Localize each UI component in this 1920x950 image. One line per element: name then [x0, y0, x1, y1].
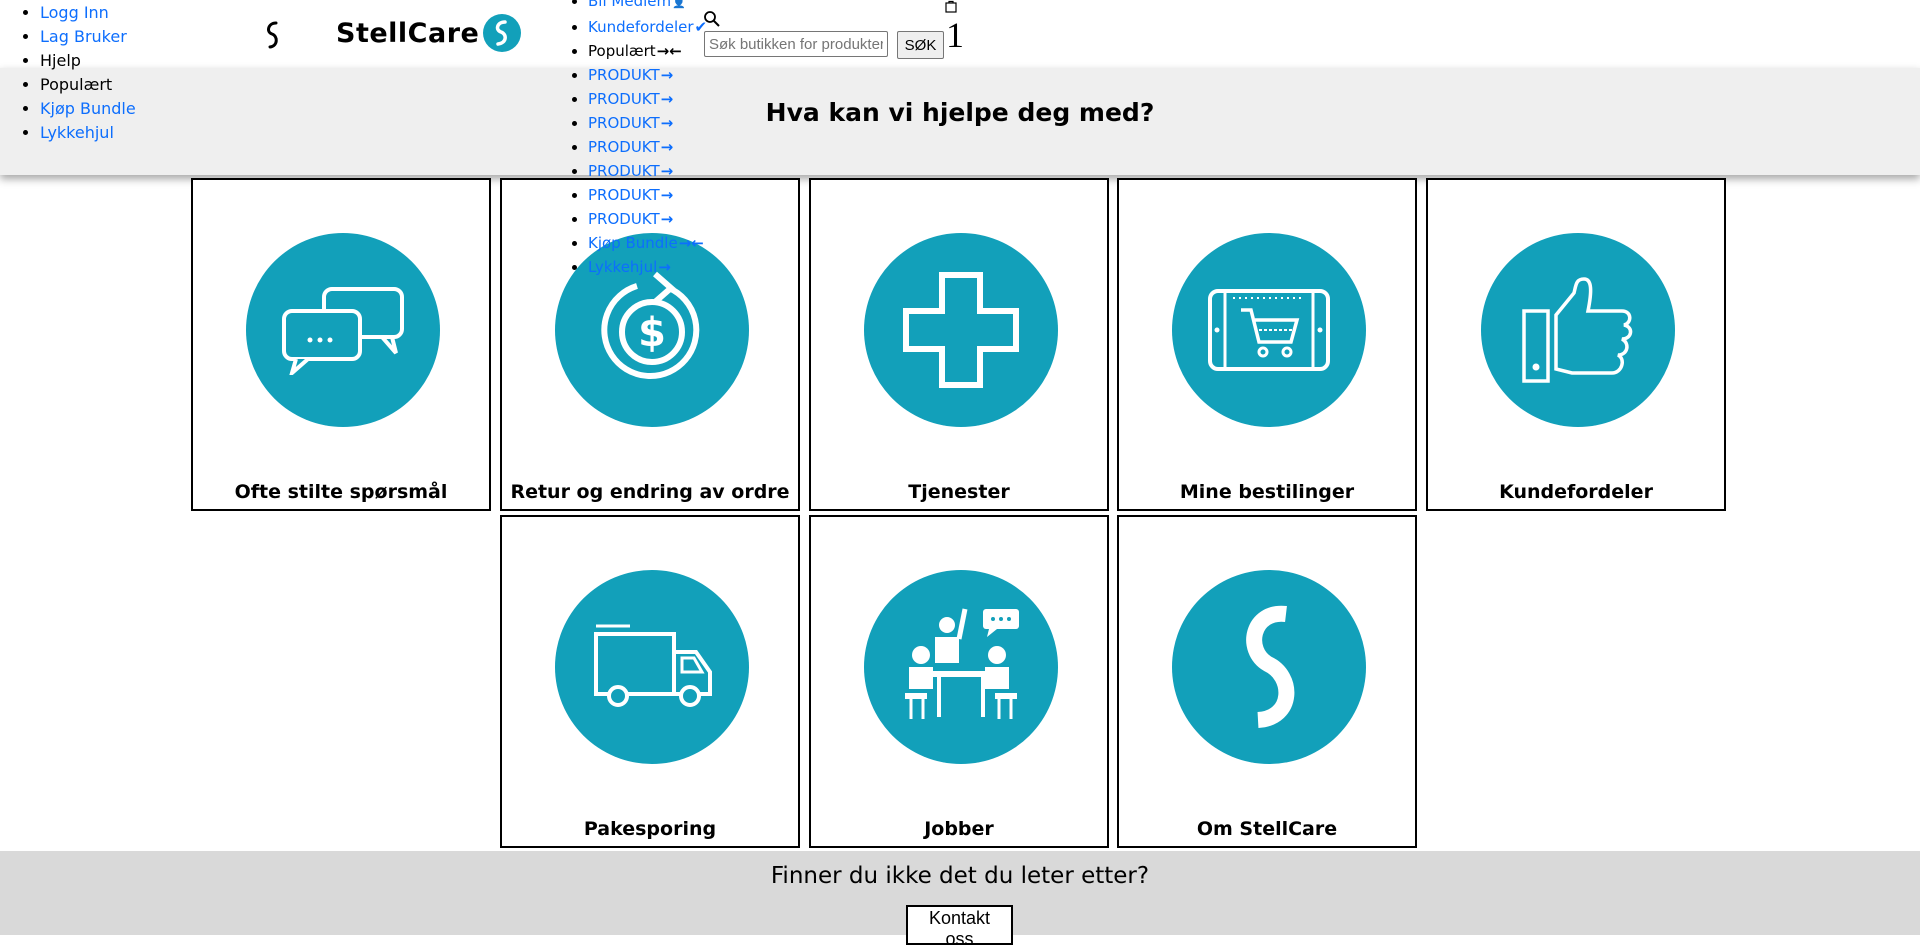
- tile-icon-circle: [864, 233, 1058, 427]
- wheel-link[interactable]: Lykkehjul: [40, 123, 114, 142]
- medical-cross-icon: [903, 272, 1019, 388]
- tile-services[interactable]: Tjenester: [809, 178, 1109, 511]
- help-label: Hjelp: [40, 51, 81, 70]
- menu-label[interactable]: PRODUKT: [588, 138, 660, 156]
- tile-icon-circle: [1172, 570, 1366, 764]
- tile-orders[interactable]: Mine bestilinger: [1117, 178, 1417, 511]
- tile-icon-circle: [864, 570, 1058, 764]
- main-menu-item[interactable]: Lykkehjul→: [588, 255, 707, 279]
- tile-icon-circle: [246, 233, 440, 427]
- bundle-link[interactable]: Kjøp Bundle: [40, 99, 136, 118]
- brand-name: StellCare: [336, 17, 480, 49]
- refund-dollar-icon: $: [601, 271, 700, 379]
- tablet-cart-icon: [1208, 289, 1330, 371]
- tile-benefits[interactable]: Kundefordeler: [1426, 178, 1726, 511]
- stellcare-badge-icon: [483, 14, 522, 52]
- account-menu-item[interactable]: Kjøp Bundle: [40, 97, 136, 121]
- main-menu-item[interactable]: PRODUKT→: [588, 207, 707, 231]
- arrow-right-icon: →: [660, 186, 674, 204]
- menu-label[interactable]: Lykkehjul: [588, 258, 657, 276]
- stellcare-logo-icon: [1246, 605, 1295, 728]
- tile-icon-circle: [555, 570, 749, 764]
- arrow-right-icon: →: [660, 66, 674, 84]
- account-menu-item[interactable]: Lykkehjul: [40, 121, 136, 145]
- main-menu-item[interactable]: PRODUKT→: [588, 159, 707, 183]
- account-menu-item[interactable]: Logg Inn: [40, 1, 136, 25]
- menu-label[interactable]: PRODUKT: [588, 90, 660, 108]
- search-input[interactable]: [704, 31, 888, 57]
- tile-label: Retur og endring av ordre: [510, 481, 790, 503]
- register-link[interactable]: Lag Bruker: [40, 27, 127, 46]
- login-link[interactable]: Logg Inn: [40, 3, 109, 22]
- search-icon[interactable]: [703, 10, 721, 28]
- main-menu-item[interactable]: PRODUKT→: [588, 87, 707, 111]
- tile-jobs[interactable]: Jobber: [809, 515, 1109, 848]
- meeting-people-icon: [905, 608, 1019, 719]
- arrow-right-icon: →: [660, 90, 674, 108]
- cart-icon[interactable]: [944, 0, 958, 14]
- tile-faq[interactable]: Ofte stilte spørsmål: [191, 178, 491, 511]
- stellcare-mark-icon[interactable]: [262, 20, 284, 50]
- tile-tracking[interactable]: Pakesporing: [500, 515, 800, 848]
- contact-button[interactable]: Kontakt oss: [906, 905, 1013, 949]
- menu-label[interactable]: Kundefordeler: [588, 18, 694, 36]
- main-menu: Bli Medlem👤 Kundefordeler✔ Populært→← PR…: [548, 0, 707, 279]
- contact-prompt: Finner du ikke det du leter etter?: [770, 863, 1150, 889]
- tile-label: Kundefordeler: [1499, 481, 1653, 503]
- menu-label[interactable]: PRODUKT: [588, 162, 660, 180]
- menu-label[interactable]: Kjøp Bundle: [588, 234, 678, 252]
- cart-count: 1: [946, 15, 964, 55]
- main-menu-item[interactable]: PRODUKT→: [588, 63, 707, 87]
- main-menu-item[interactable]: Kjøp Bundle→←: [588, 231, 707, 255]
- main-menu-item[interactable]: PRODUKT→: [588, 135, 707, 159]
- thumbs-up-icon: [1522, 277, 1633, 383]
- tile-label: Mine bestilinger: [1179, 481, 1355, 503]
- arrow-right-icon: →: [660, 114, 674, 132]
- tile-label: Om StellCare: [1196, 818, 1338, 840]
- tile-icon-circle: [1172, 233, 1366, 427]
- tile-label: Tjenester: [908, 481, 1010, 503]
- tile-icon-circle: [1481, 233, 1675, 427]
- main-menu-item[interactable]: Bli Medlem👤: [588, 0, 707, 15]
- main-menu-item[interactable]: PRODUKT→: [588, 111, 707, 135]
- page-title: Hva kan vi hjelpe deg med?: [765, 98, 1155, 127]
- arrow-right-icon: →: [660, 210, 674, 228]
- arrow-right-icon: →: [660, 138, 674, 156]
- main-menu-item[interactable]: PRODUKT→: [588, 183, 707, 207]
- arrow-right-icon: →: [660, 162, 674, 180]
- account-menu-item[interactable]: Lag Bruker: [40, 25, 136, 49]
- chat-bubbles-icon: [282, 287, 404, 375]
- svg-text:$: $: [638, 310, 666, 356]
- search-button[interactable]: SØK: [897, 31, 944, 59]
- menu-label: Populært: [588, 42, 656, 60]
- tile-label: Jobber: [924, 818, 994, 840]
- arrow-right-left-icon: →←: [656, 42, 682, 60]
- main-menu-item[interactable]: Kundefordeler✔: [588, 15, 707, 39]
- tile-about[interactable]: Om StellCare: [1117, 515, 1417, 848]
- contact-section: Finner du ikke det du leter etter? Konta…: [0, 851, 1920, 949]
- menu-label[interactable]: PRODUKT: [588, 210, 660, 228]
- arrow-right-left-icon: →←: [678, 234, 704, 252]
- account-menu-item: Hjelp: [40, 49, 136, 73]
- menu-label[interactable]: PRODUKT: [588, 186, 660, 204]
- popular-label: Populært: [40, 75, 113, 94]
- tile-label: Ofte stilte spørsmål: [234, 481, 448, 503]
- main-menu-item: Populært→←: [588, 39, 707, 63]
- menu-label[interactable]: PRODUKT: [588, 114, 660, 132]
- account-menu: Logg Inn Lag Bruker Hjelp Populært Kjøp …: [0, 1, 136, 145]
- delivery-truck-icon: [594, 624, 712, 707]
- account-menu-item: Populært: [40, 73, 136, 97]
- menu-label[interactable]: Bli Medlem: [588, 0, 671, 10]
- brand-logo[interactable]: StellCare: [336, 14, 522, 52]
- menu-label[interactable]: PRODUKT: [588, 66, 660, 84]
- arrow-right-icon: →: [658, 258, 671, 276]
- tile-label: Pakesporing: [583, 818, 717, 840]
- person-icon: 👤: [672, 0, 686, 9]
